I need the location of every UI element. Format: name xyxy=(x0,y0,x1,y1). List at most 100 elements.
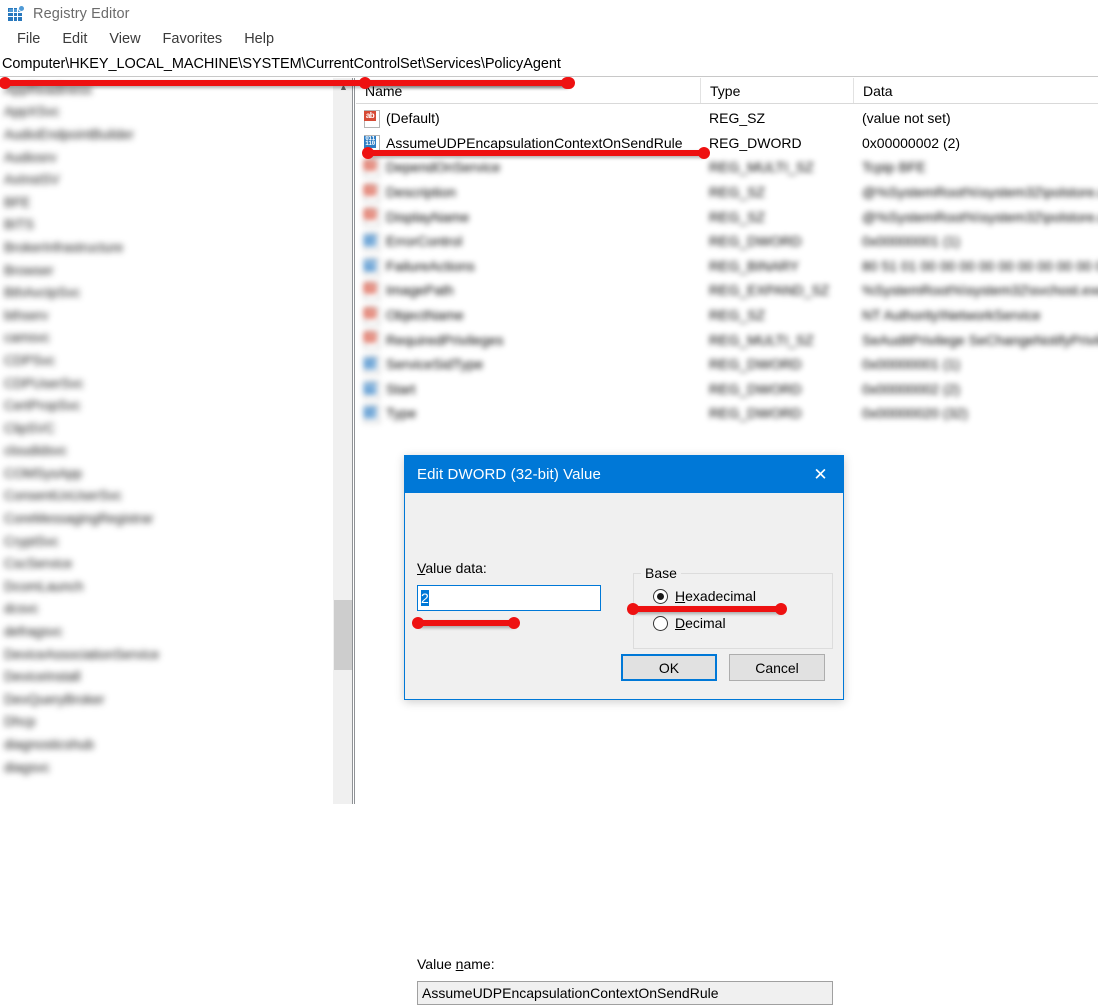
tree-item[interactable]: diagsvc xyxy=(0,756,333,779)
value-row[interactable]: ab ImagePath REG_EXPAND_SZ %SystemRoot%\sys… xyxy=(356,278,1098,303)
tree-item-label: CoreMessagingRegistrar xyxy=(4,511,154,527)
tree-item[interactable]: COMSysApp xyxy=(0,462,333,485)
base-groupbox-label: Base xyxy=(641,565,681,581)
tree-item[interactable]: Browser xyxy=(0,259,333,282)
tree-item[interactable]: Dhcp xyxy=(0,711,333,734)
value-row[interactable]: 011 110 Start REG_DWORD 0x00000002 (2) xyxy=(356,377,1098,402)
column-header-data[interactable]: Data xyxy=(853,78,1098,103)
tree-item[interactable]: CDPUserSvc xyxy=(0,372,333,395)
value-row[interactable]: ab Description REG_SZ @%SystemRoot%\system3… xyxy=(356,180,1098,205)
edit-dword-dialog[interactable]: Edit DWORD (32-bit) Value ✕ Value name: … xyxy=(404,455,844,1005)
tree-item[interactable]: BrokerInfrastructure xyxy=(0,236,333,259)
tree-item[interactable]: AudioEndpointBuilder xyxy=(0,123,333,146)
value-type-cell: REG_BINARY xyxy=(709,257,799,274)
registry-tree-pane[interactable]: AppReadiness AppXSvc AudioEndpointBuilder A… xyxy=(0,78,333,804)
tree-item[interactable]: CryptSvc xyxy=(0,530,333,553)
registry-tree-list[interactable]: AppReadiness AppXSvc AudioEndpointBuilder A… xyxy=(0,78,333,778)
tree-item[interactable]: CscService xyxy=(0,552,333,575)
value-type-cell: REG_DWORD xyxy=(709,134,802,151)
radio-decimal[interactable]: Decimal xyxy=(653,615,726,631)
annotation-base-radio-underline xyxy=(627,603,787,615)
tree-item[interactable]: DeviceAssociationService xyxy=(0,643,333,666)
tree-item[interactable]: AxInstSV xyxy=(0,168,333,191)
radio-decimal-indicator[interactable] xyxy=(653,615,668,631)
tree-item[interactable]: ClipSVC xyxy=(0,417,333,440)
value-name-cell: Start xyxy=(386,380,416,397)
ok-button[interactable]: OK xyxy=(621,654,717,681)
radio-hexadecimal-indicator[interactable] xyxy=(653,588,668,604)
value-data-cell: NT Authority\NetworkService xyxy=(862,307,1041,324)
menu-item-file[interactable]: File xyxy=(6,29,51,50)
tree-item[interactable]: DevQueryBroker xyxy=(0,688,333,711)
pane-splitter[interactable] xyxy=(352,78,355,804)
value-data-cell: 0x00000001 (1) xyxy=(862,233,961,250)
tree-item[interactable]: CDPSvc xyxy=(0,349,333,372)
radio-hexadecimal-label: Hexadecimal xyxy=(675,588,756,604)
tree-item-label: CscService xyxy=(4,556,73,572)
value-row[interactable]: 011 110 ServiceSidType REG_DWORD 0x00000001 … xyxy=(356,352,1098,377)
tree-item[interactable]: cloudidsvc xyxy=(0,440,333,463)
value-data-cell: 0x00000001 (1) xyxy=(862,356,961,373)
value-row[interactable]: 011 110 ErrorControl REG_DWORD 0x00000001 (1… xyxy=(356,229,1098,254)
tree-item[interactable]: defragsvc xyxy=(0,620,333,643)
registry-editor-icon xyxy=(8,4,25,22)
tree-item-label: defragsvc xyxy=(4,624,63,640)
value-row[interactable]: ab RequiredPrivileges REG_MULTI_SZ SeAuditP… xyxy=(356,327,1098,352)
value-name-input[interactable] xyxy=(417,981,833,1005)
menu-item-view[interactable]: View xyxy=(98,29,151,50)
menu-item-favorites[interactable]: Favorites xyxy=(152,29,234,50)
tree-item[interactable]: DeviceInstall xyxy=(0,665,333,688)
tree-item-label: diagsvc xyxy=(4,759,50,775)
value-name-cell: DependOnService xyxy=(386,159,501,176)
tree-item[interactable]: DcomLaunch xyxy=(0,575,333,598)
value-type-cell: REG_EXPAND_SZ xyxy=(709,282,830,299)
value-data-cell: (value not set) xyxy=(862,110,951,127)
value-name-label: Value name: xyxy=(417,956,495,972)
window-titlebar: Registry Editor xyxy=(0,0,1098,27)
tree-vertical-scrollbar[interactable]: ▲ xyxy=(333,78,353,804)
radio-hexadecimal[interactable]: Hexadecimal xyxy=(653,588,756,604)
tree-item[interactable]: BFE xyxy=(0,191,333,214)
cancel-button[interactable]: Cancel xyxy=(729,654,825,681)
value-data-cell: %SystemRoot%\system32\svchost.exe -k Net… xyxy=(862,282,1098,299)
tree-item-label: camsvc xyxy=(4,330,50,346)
tree-item[interactable]: Audiosrv xyxy=(0,146,333,169)
tree-item-label: AxInstSV xyxy=(4,172,60,188)
value-type-cell: REG_SZ xyxy=(709,208,766,225)
value-data-input[interactable] xyxy=(417,585,601,611)
column-header-type[interactable]: Type xyxy=(700,78,853,103)
value-row[interactable]: 011 110 FailureActions REG_BINARY 80 51 01 0… xyxy=(356,254,1098,279)
registry-path-bar[interactable]: Computer\HKEY_LOCAL_MACHINE\SYSTEM\Curre… xyxy=(0,52,1098,77)
value-row[interactable]: ab DependOnService REG_MULTI_SZ Tcpip BFE xyxy=(356,155,1098,180)
value-row[interactable]: ab ObjectName REG_SZ NT Authority\NetworkSe… xyxy=(356,303,1098,328)
tree-item-label: AppXSvc xyxy=(4,104,60,120)
value-row[interactable]: 011 110 Type REG_DWORD 0x00000020 (32) xyxy=(356,401,1098,426)
close-icon[interactable]: ✕ xyxy=(798,456,843,493)
value-row[interactable]: ab DisplayName REG_SZ @%SystemRoot%\system3… xyxy=(356,204,1098,229)
tree-item[interactable]: diagnosticshub xyxy=(0,733,333,756)
tree-item[interactable]: CoreMessagingRegistrar xyxy=(0,507,333,530)
value-name-cell: FailureActions xyxy=(386,257,475,274)
tree-item[interactable]: ConsentUxUserSvc xyxy=(0,485,333,508)
tree-item[interactable]: dcsvc xyxy=(0,598,333,621)
value-type-cell: REG_MULTI_SZ xyxy=(709,159,814,176)
tree-item[interactable]: camsvc xyxy=(0,327,333,350)
value-data-cell: SeAuditPrivilege SeChangeNotifyPrivilege xyxy=(862,331,1098,348)
value-type-cell: REG_SZ xyxy=(709,307,766,324)
tree-item[interactable]: BthAvctpSvc xyxy=(0,281,333,304)
menu-item-help[interactable]: Help xyxy=(233,29,285,50)
value-data-cell: 0x00000020 (32) xyxy=(862,405,968,422)
tree-item[interactable]: BITS xyxy=(0,214,333,237)
tree-item[interactable]: CertPropSvc xyxy=(0,394,333,417)
value-row[interactable]: ab (Default) REG_SZ (value not set) xyxy=(356,106,1098,131)
menu-item-edit[interactable]: Edit xyxy=(51,29,98,50)
tree-item-label: CertPropSvc xyxy=(4,398,81,414)
tree-item-label: BthAvctpSvc xyxy=(4,285,81,301)
tree-item[interactable]: AppXSvc xyxy=(0,101,333,124)
value-data-cell: 0x00000002 (2) xyxy=(862,134,961,151)
value-data-cell: 0x00000002 (2) xyxy=(862,380,961,397)
tree-item[interactable]: bthserv xyxy=(0,304,333,327)
tree-scrollbar-thumb[interactable] xyxy=(334,600,353,670)
radio-decimal-label: Decimal xyxy=(675,615,726,631)
tree-item-label: BITS xyxy=(4,217,35,233)
